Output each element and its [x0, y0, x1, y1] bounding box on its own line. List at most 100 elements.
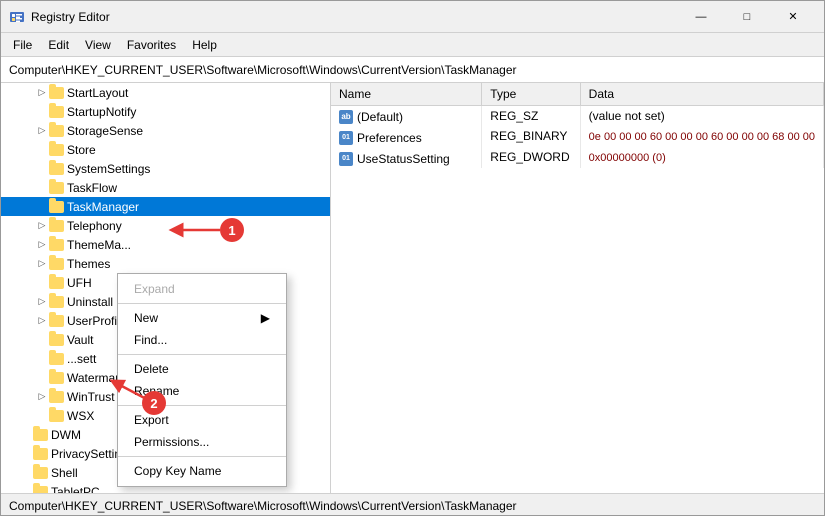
- tree-item[interactable]: ▷ SystemSettings: [1, 159, 330, 178]
- col-type: Type: [482, 83, 580, 105]
- tree-label: Uninstall: [67, 295, 113, 309]
- folder-icon: [49, 182, 64, 194]
- status-text: Computer\HKEY_CURRENT_USER\Software\Micr…: [9, 499, 517, 513]
- folder-icon: [33, 448, 48, 460]
- folder-icon: [49, 353, 64, 365]
- menu-help[interactable]: Help: [184, 36, 225, 54]
- folder-icon: [49, 106, 64, 118]
- tree-item-taskmanager[interactable]: ▷ TaskManager: [1, 197, 330, 216]
- expand-icon[interactable]: ▷: [35, 238, 49, 252]
- folder-icon: [33, 486, 48, 494]
- tree-label: TaskManager: [67, 200, 139, 214]
- annotation-2: 2: [142, 391, 166, 415]
- tree-item[interactable]: ▷ StartupNotify: [1, 102, 330, 121]
- title-bar: Registry Editor — □ ✕: [1, 1, 824, 33]
- tree-label: StartLayout: [67, 86, 128, 100]
- row-data: 0e 00 00 00 60 00 00 00 60 00 00 00 68 0…: [580, 126, 823, 147]
- expand-icon[interactable]: ▷: [35, 295, 49, 309]
- status-bar: Computer\HKEY_CURRENT_USER\Software\Micr…: [1, 493, 824, 516]
- folder-icon: [49, 258, 64, 270]
- maximize-button[interactable]: □: [724, 1, 770, 33]
- tree-item[interactable]: ▷ Telephony: [1, 216, 330, 235]
- tree-label: Vault: [67, 333, 93, 347]
- tree-item[interactable]: ▷ TaskFlow: [1, 178, 330, 197]
- binary-icon: 01: [339, 131, 353, 145]
- registry-icon: [9, 9, 25, 25]
- folder-icon: [49, 410, 64, 422]
- ctx-arrow-icon: ▶: [261, 311, 270, 325]
- address-bar: Computer\HKEY_CURRENT_USER\Software\Micr…: [1, 57, 824, 83]
- expand-icon[interactable]: ▷: [35, 86, 49, 100]
- tree-label: TaskFlow: [67, 181, 117, 195]
- folder-icon: [49, 125, 64, 137]
- expand-icon[interactable]: ▷: [35, 257, 49, 271]
- tree-item-themes[interactable]: ▷ Themes: [1, 254, 330, 273]
- ctx-find-label: Find...: [134, 333, 167, 347]
- expand-icon[interactable]: ▷: [35, 314, 49, 328]
- folder-icon: [33, 467, 48, 479]
- folder-icon: [49, 220, 64, 232]
- ctx-new-label: New: [134, 311, 158, 325]
- expand-icon[interactable]: ▷: [35, 390, 49, 404]
- row-name-text: (Default): [357, 110, 403, 124]
- menu-view[interactable]: View: [77, 36, 119, 54]
- minimize-button[interactable]: —: [678, 1, 724, 33]
- menu-edit[interactable]: Edit: [40, 36, 77, 54]
- col-data: Data: [580, 83, 823, 105]
- tree-label: StartupNotify: [67, 105, 136, 119]
- folder-icon: [49, 277, 64, 289]
- table-row-preferences[interactable]: 01 Preferences REG_BINARY 0e 00 00 00 60…: [331, 126, 824, 147]
- row-type: REG_SZ: [482, 105, 580, 126]
- ctx-expand[interactable]: Expand: [118, 278, 286, 300]
- row-name: 01 Preferences: [331, 126, 482, 147]
- tree-label: SystemSettings: [67, 162, 150, 176]
- ctx-copy-key-name[interactable]: Copy Key Name: [118, 460, 286, 482]
- tree-label: WSX: [67, 409, 94, 423]
- tree-item[interactable]: ▷ StorageSense: [1, 121, 330, 140]
- tree-label: StorageSense: [67, 124, 143, 138]
- row-type: REG_DWORD: [482, 147, 580, 168]
- ctx-separator-2: [118, 354, 286, 355]
- tree-label: Shell: [51, 466, 78, 480]
- menu-favorites[interactable]: Favorites: [119, 36, 184, 54]
- ctx-separator-4: [118, 456, 286, 457]
- folder-icon: [49, 315, 64, 327]
- dword-icon: 01: [339, 152, 353, 166]
- tree-item[interactable]: ▷ StartLayout: [1, 83, 330, 102]
- right-panel: Name Type Data ab (Default) REG_SZ: [331, 83, 824, 493]
- row-data: 0x00000000 (0): [580, 147, 823, 168]
- ab-icon: ab: [339, 110, 353, 124]
- expand-icon[interactable]: ▷: [35, 219, 49, 233]
- ctx-export[interactable]: Export: [118, 409, 286, 431]
- tree-panel: ▷ StartLayout ▷ StartupNotify ▷ StorageS…: [1, 83, 331, 493]
- ctx-copy-key-name-label: Copy Key Name: [134, 464, 221, 478]
- row-name: ab (Default): [331, 105, 482, 126]
- row-name: 01 UseStatusSetting: [331, 147, 482, 168]
- tree-item[interactable]: ▷ Store: [1, 140, 330, 159]
- ctx-expand-label: Expand: [134, 282, 175, 296]
- folder-icon: [49, 391, 64, 403]
- window-title: Registry Editor: [31, 10, 110, 24]
- ctx-new[interactable]: New ▶: [118, 307, 286, 329]
- folder-icon: [49, 144, 64, 156]
- tree-item[interactable]: ▷ ThemeMa...: [1, 235, 330, 254]
- address-path: Computer\HKEY_CURRENT_USER\Software\Micr…: [9, 63, 517, 77]
- expand-icon[interactable]: ▷: [35, 124, 49, 138]
- close-button[interactable]: ✕: [770, 1, 816, 33]
- folder-icon: [49, 296, 64, 308]
- folder-icon: [33, 429, 48, 441]
- ctx-delete[interactable]: Delete: [118, 358, 286, 380]
- ctx-permissions[interactable]: Permissions...: [118, 431, 286, 453]
- folder-icon: [49, 163, 64, 175]
- annotation-1: 1: [220, 218, 244, 242]
- ctx-find[interactable]: Find...: [118, 329, 286, 351]
- tree-label: DWM: [51, 428, 81, 442]
- table-row-usestatussetting[interactable]: 01 UseStatusSetting REG_DWORD 0x00000000…: [331, 147, 824, 168]
- folder-icon: [49, 239, 64, 251]
- tree-label: WinTrust: [67, 390, 115, 404]
- row-name-text: UseStatusSetting: [357, 152, 450, 166]
- window-controls: — □ ✕: [678, 1, 816, 33]
- folder-icon: [49, 334, 64, 346]
- menu-file[interactable]: File: [5, 36, 40, 54]
- table-row[interactable]: ab (Default) REG_SZ (value not set): [331, 105, 824, 126]
